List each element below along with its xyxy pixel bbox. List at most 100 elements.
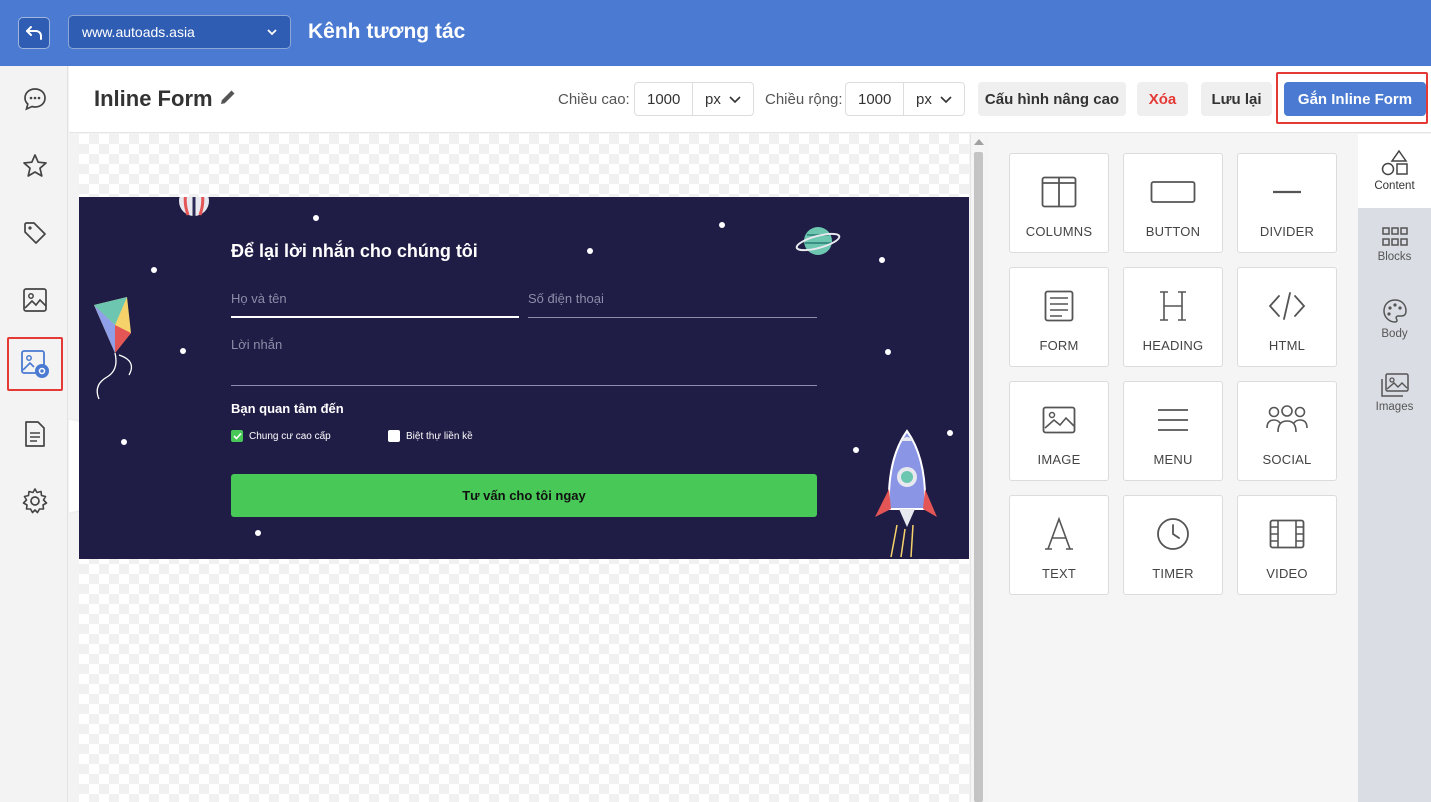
- check-icon: [232, 432, 242, 440]
- app-title: Kênh tương tác: [308, 20, 466, 43]
- editor-header: Inline Form Chiều cao: 1000 px Chiều rộn…: [69, 66, 1431, 133]
- tool-divider[interactable]: DIVIDER: [1237, 153, 1337, 253]
- star-dot: [587, 248, 593, 254]
- back-arrow-icon: [26, 26, 42, 40]
- option-checkbox[interactable]: Chung cư cao cấp: [231, 430, 331, 442]
- tool-label: HTML: [1268, 338, 1306, 353]
- tab-blocks[interactable]: Blocks: [1358, 208, 1431, 282]
- name-input[interactable]: Họ và tên: [231, 291, 519, 318]
- chevron-down-icon: [940, 96, 952, 104]
- width-unit-value: px: [916, 90, 932, 108]
- tab-label: Content: [1374, 180, 1415, 192]
- tool-text[interactable]: TEXT: [1009, 495, 1109, 595]
- back-button[interactable]: [18, 17, 50, 49]
- scroll-up-icon[interactable]: [974, 139, 984, 145]
- width-control[interactable]: 1000 px: [845, 82, 965, 116]
- images-icon: [1380, 373, 1409, 397]
- document-icon[interactable]: [18, 417, 52, 451]
- attach-inline-form-button[interactable]: Gắn Inline Form: [1284, 82, 1426, 116]
- star-dot: [879, 257, 885, 263]
- option-checkbox[interactable]: Biệt thự liền kề: [388, 430, 473, 442]
- form-icon: [1044, 290, 1074, 322]
- tool-timer[interactable]: TIMER: [1123, 495, 1223, 595]
- image-gear-icon[interactable]: [7, 337, 63, 391]
- image-icon[interactable]: [18, 283, 52, 317]
- timer-icon: [1157, 518, 1189, 550]
- shapes-icon: [1381, 150, 1408, 176]
- tool-label: MENU: [1153, 452, 1193, 467]
- star-dot: [313, 215, 319, 221]
- tool-button[interactable]: BUTTON: [1123, 153, 1223, 253]
- tab-content[interactable]: Content: [1358, 134, 1431, 208]
- submit-button[interactable]: Tư vấn cho tôi ngay: [231, 474, 817, 517]
- content-tools-panel: COLUMNS BUTTON DIVIDER FORM HEADING HTML…: [987, 134, 1358, 802]
- star-dot: [255, 530, 261, 536]
- chevron-down-icon: [267, 29, 277, 36]
- balloon-icon: [179, 197, 209, 216]
- social-icon: [1266, 405, 1308, 433]
- tool-label: SOCIAL: [1262, 452, 1312, 467]
- tool-menu[interactable]: MENU: [1123, 381, 1223, 481]
- checkbox-checked[interactable]: [231, 430, 243, 442]
- checkbox-unchecked[interactable]: [388, 430, 400, 442]
- tool-image[interactable]: IMAGE: [1009, 381, 1109, 481]
- tab-body[interactable]: Body: [1358, 282, 1431, 356]
- height-unit-value: px: [705, 90, 721, 108]
- site-select[interactable]: www.autoads.asia: [68, 15, 291, 49]
- message-input[interactable]: Lời nhắn: [231, 337, 817, 386]
- rocket-icon: [875, 429, 937, 558]
- tool-heading[interactable]: HEADING: [1123, 267, 1223, 367]
- tab-images[interactable]: Images: [1358, 356, 1431, 430]
- save-button[interactable]: Lưu lại: [1201, 82, 1272, 116]
- banner-title: Để lại lời nhắn cho chúng tôi: [231, 241, 478, 261]
- star-dot: [719, 222, 725, 228]
- star-dot: [180, 348, 186, 354]
- canvas-scrollbar[interactable]: [970, 134, 986, 802]
- tool-label: TEXT: [1041, 566, 1077, 581]
- option-label: Biệt thự liền kề: [406, 430, 473, 442]
- columns-icon: [1041, 176, 1077, 208]
- right-tab-bar: Content Blocks Body Images: [1358, 134, 1431, 802]
- height-input[interactable]: 1000: [635, 83, 693, 115]
- tool-label: VIDEO: [1266, 566, 1308, 581]
- tool-label: BUTTON: [1145, 224, 1201, 239]
- tag-icon[interactable]: [18, 216, 52, 250]
- height-control[interactable]: 1000 px: [634, 82, 754, 116]
- tool-form[interactable]: FORM: [1009, 267, 1109, 367]
- star-dot: [151, 267, 157, 273]
- divider-icon: [1273, 190, 1301, 194]
- gear-icon[interactable]: [18, 484, 52, 518]
- star-dot: [853, 447, 859, 453]
- kite-icon: [94, 297, 133, 400]
- height-label: Chiều cao:: [558, 91, 630, 108]
- tool-columns[interactable]: COLUMNS: [1009, 153, 1109, 253]
- tool-html[interactable]: HTML: [1237, 267, 1337, 367]
- star-icon[interactable]: [18, 149, 52, 183]
- height-unit-select[interactable]: px: [693, 83, 753, 115]
- chat-icon[interactable]: [18, 82, 52, 116]
- phone-input[interactable]: Số điện thoại: [528, 291, 817, 318]
- palette-icon: [1382, 299, 1407, 323]
- form-banner[interactable]: Để lại lời nhắn cho chúng tôi Họ và tên …: [79, 197, 969, 559]
- pencil-icon[interactable]: [219, 88, 237, 106]
- button-icon: [1150, 181, 1196, 203]
- tool-video[interactable]: VIDEO: [1237, 495, 1337, 595]
- scrollbar-thumb[interactable]: [974, 152, 983, 802]
- width-unit-select[interactable]: px: [904, 83, 964, 115]
- width-label: Chiều rộng:: [765, 91, 843, 108]
- chevron-down-icon: [729, 96, 741, 104]
- name-placeholder: Họ và tên: [231, 291, 287, 306]
- interest-label: Bạn quan tâm đến: [231, 401, 344, 416]
- tool-social[interactable]: SOCIAL: [1237, 381, 1337, 481]
- top-bar: www.autoads.asia Kênh tương tác: [0, 0, 1431, 66]
- message-placeholder: Lời nhắn: [231, 337, 283, 352]
- advanced-config-button[interactable]: Cấu hình nâng cao: [978, 82, 1126, 116]
- delete-button[interactable]: Xóa: [1137, 82, 1188, 116]
- tab-label: Blocks: [1377, 251, 1412, 263]
- tool-label: IMAGE: [1037, 452, 1081, 467]
- width-input[interactable]: 1000: [846, 83, 904, 115]
- form-title: Inline Form: [94, 86, 213, 111]
- image-icon: [1042, 406, 1076, 434]
- star-dot: [947, 430, 953, 436]
- tool-label: FORM: [1039, 338, 1079, 353]
